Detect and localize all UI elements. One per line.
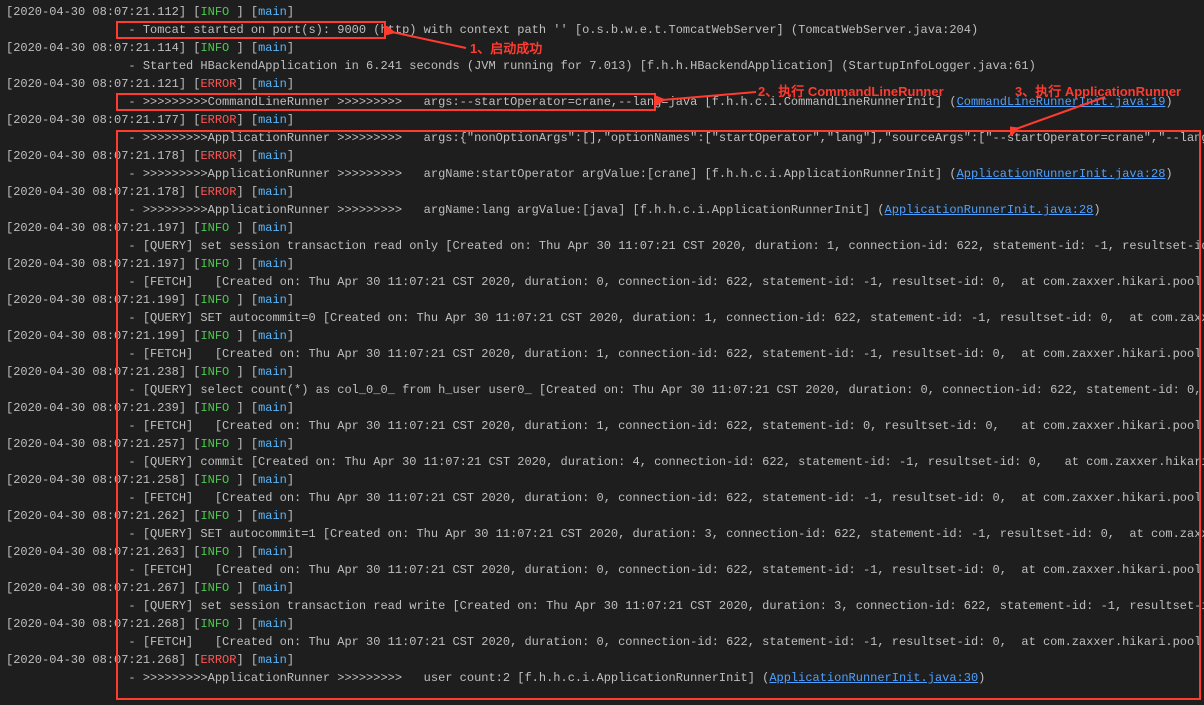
log-line: [2020-04-30 08:07:21.178] [ERROR] [main] [6, 147, 1198, 165]
log-line: - [FETCH] [Created on: Thu Apr 30 11:07:… [6, 633, 1198, 651]
log-line: - [FETCH] [Created on: Thu Apr 30 11:07:… [6, 345, 1198, 363]
log-line: - >>>>>>>>>CommandLineRunner >>>>>>>>> a… [6, 93, 1198, 111]
log-line: - >>>>>>>>>ApplicationRunner >>>>>>>>> u… [6, 669, 1198, 687]
log-line: [2020-04-30 08:07:21.197] [INFO ] [main] [6, 219, 1198, 237]
console-log: [2020-04-30 08:07:21.112] [INFO ] [main]… [0, 0, 1204, 690]
log-line: [2020-04-30 08:07:21.262] [INFO ] [main] [6, 507, 1198, 525]
log-line: [2020-04-30 08:07:21.199] [INFO ] [main] [6, 291, 1198, 309]
log-line: - Tomcat started on port(s): 9000 (http)… [6, 21, 1198, 39]
log-line: [2020-04-30 08:07:21.199] [INFO ] [main] [6, 327, 1198, 345]
log-line: - [FETCH] [Created on: Thu Apr 30 11:07:… [6, 561, 1198, 579]
log-line: - [FETCH] [Created on: Thu Apr 30 11:07:… [6, 489, 1198, 507]
log-line: - >>>>>>>>>ApplicationRunner >>>>>>>>> a… [6, 165, 1198, 183]
log-line: - [FETCH] [Created on: Thu Apr 30 11:07:… [6, 273, 1198, 291]
log-line: - [QUERY] set session transaction read o… [6, 237, 1198, 255]
log-line: [2020-04-30 08:07:21.268] [INFO ] [main] [6, 615, 1198, 633]
log-line: [2020-04-30 08:07:21.114] [INFO ] [main] [6, 39, 1198, 57]
log-line: - [QUERY] commit [Created on: Thu Apr 30… [6, 453, 1198, 471]
log-line: - [FETCH] [Created on: Thu Apr 30 11:07:… [6, 417, 1198, 435]
log-line: [2020-04-30 08:07:21.178] [ERROR] [main] [6, 183, 1198, 201]
log-line: - >>>>>>>>>ApplicationRunner >>>>>>>>> a… [6, 201, 1198, 219]
log-line: - Started HBackendApplication in 6.241 s… [6, 57, 1198, 75]
log-line: [2020-04-30 08:07:21.267] [INFO ] [main] [6, 579, 1198, 597]
log-line: [2020-04-30 08:07:21.263] [INFO ] [main] [6, 543, 1198, 561]
log-line: [2020-04-30 08:07:21.177] [ERROR] [main] [6, 111, 1198, 129]
log-line: [2020-04-30 08:07:21.121] [ERROR] [main] [6, 75, 1198, 93]
log-line: - [QUERY] select count(*) as col_0_0_ fr… [6, 381, 1198, 399]
log-line: [2020-04-30 08:07:21.239] [INFO ] [main] [6, 399, 1198, 417]
log-line: - [QUERY] SET autocommit=1 [Created on: … [6, 525, 1198, 543]
log-line: [2020-04-30 08:07:21.258] [INFO ] [main] [6, 471, 1198, 489]
log-line: - >>>>>>>>>ApplicationRunner >>>>>>>>> a… [6, 129, 1198, 147]
log-line: - [QUERY] set session transaction read w… [6, 597, 1198, 615]
log-line: [2020-04-30 08:07:21.238] [INFO ] [main] [6, 363, 1198, 381]
log-line: [2020-04-30 08:07:21.112] [INFO ] [main] [6, 3, 1198, 21]
log-line: [2020-04-30 08:07:21.197] [INFO ] [main] [6, 255, 1198, 273]
log-line: - [QUERY] SET autocommit=0 [Created on: … [6, 309, 1198, 327]
log-line: [2020-04-30 08:07:21.268] [ERROR] [main] [6, 651, 1198, 669]
log-line: [2020-04-30 08:07:21.257] [INFO ] [main] [6, 435, 1198, 453]
